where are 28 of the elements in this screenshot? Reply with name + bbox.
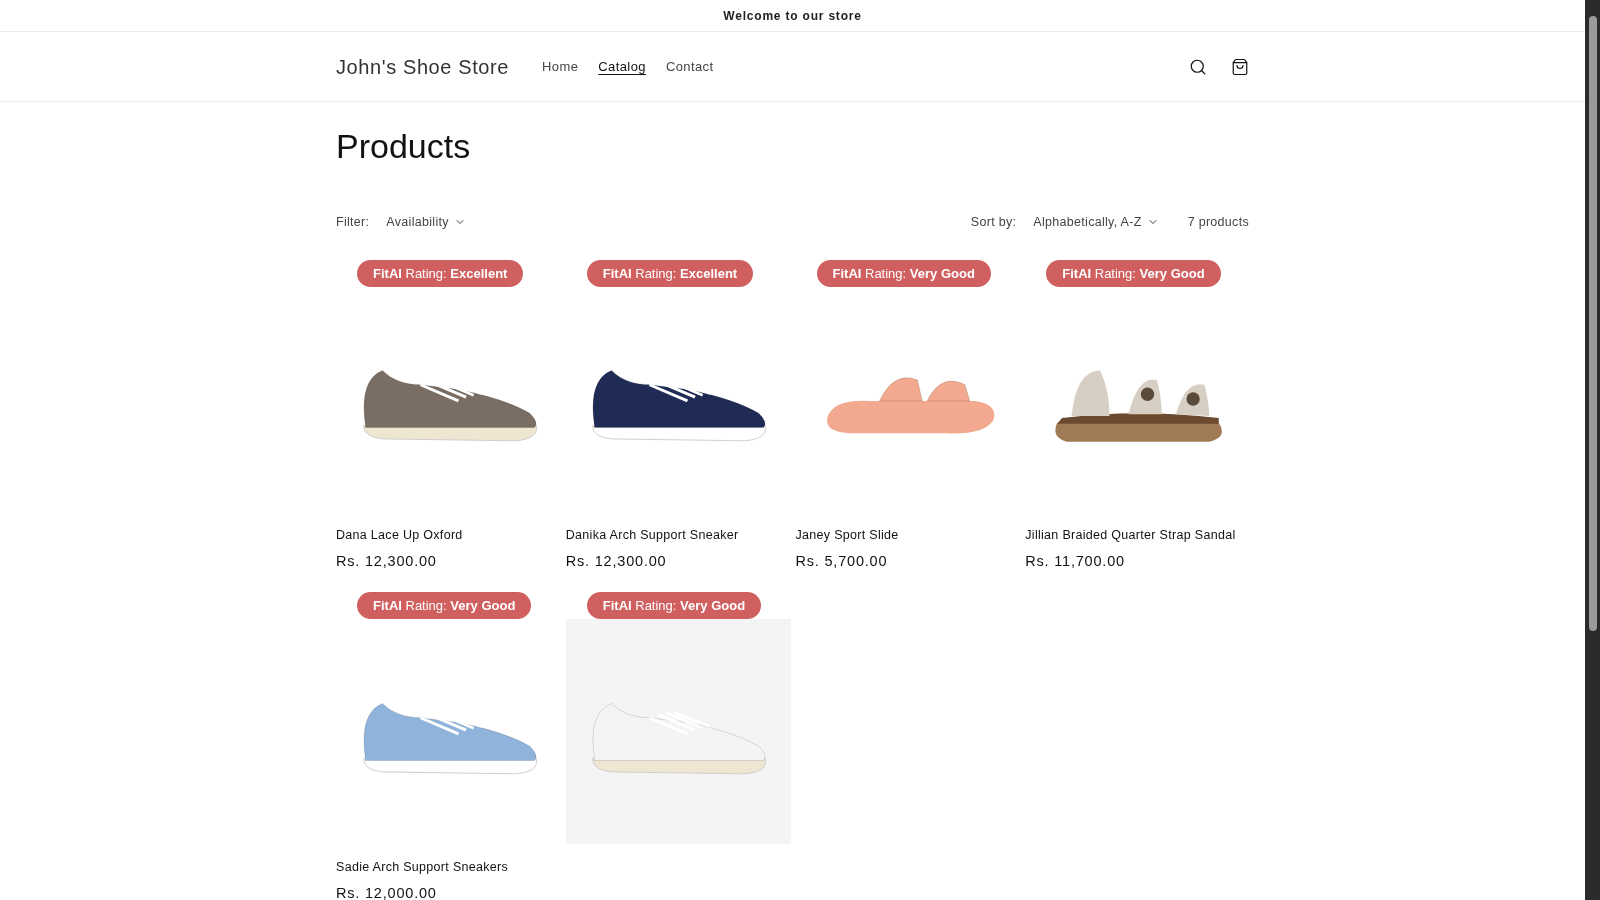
product-count: 7 products [1187, 214, 1249, 231]
product-price: Rs. 12,000.00 [336, 884, 438, 900]
page-title: Products [336, 126, 472, 167]
store-logo-text[interactable]: John's Shoe Store [336, 51, 509, 82]
product-price: Rs. 5,700.00 [795, 551, 889, 571]
product-name-link[interactable]: Sadie Arch Support Sneakers [336, 858, 561, 877]
rating-badge: FitAI Rating: Excellent [357, 259, 524, 287]
availability-filter-dropdown[interactable]: Availability [386, 213, 466, 232]
rating-badge: FitAI Rating: Very Good [357, 592, 532, 620]
rating-badge: FitAI Rating: Very Good [586, 592, 762, 620]
nav-link[interactable]: Home [542, 56, 579, 77]
product-price: Rs. 12,300.00 [565, 551, 668, 571]
rating-badge: FitAI Rating: Very Good [1046, 259, 1221, 287]
announcement-text: Welcome to our store [723, 7, 862, 25]
rating-badge: FitAI Rating: Very Good [816, 259, 991, 287]
nav-link[interactable]: Catalog [598, 56, 646, 77]
sort-dropdown[interactable]: Alphabetically, A-Z [1033, 213, 1159, 232]
product-name-link[interactable]: Janey Sport Slide [795, 525, 1021, 545]
filter-label: Filter: [336, 214, 370, 231]
scrollbar[interactable] [1585, 0, 1600, 900]
product-price: Rs. 12,300.00 [336, 551, 438, 571]
product-name-link[interactable]: Danika Arch Support Sneaker [565, 525, 791, 545]
product-name-link[interactable]: Dana Lace Up Oxford [336, 525, 561, 545]
nav-link[interactable]: Contact [665, 56, 714, 77]
sort-label: Sort by: [970, 214, 1017, 231]
product-price: Rs. 11,700.00 [1025, 551, 1126, 571]
rating-badge: FitAI Rating: Excellent [586, 259, 754, 287]
product-name-link[interactable]: Jillian Braided Quarter Strap Sandal [1025, 525, 1251, 545]
